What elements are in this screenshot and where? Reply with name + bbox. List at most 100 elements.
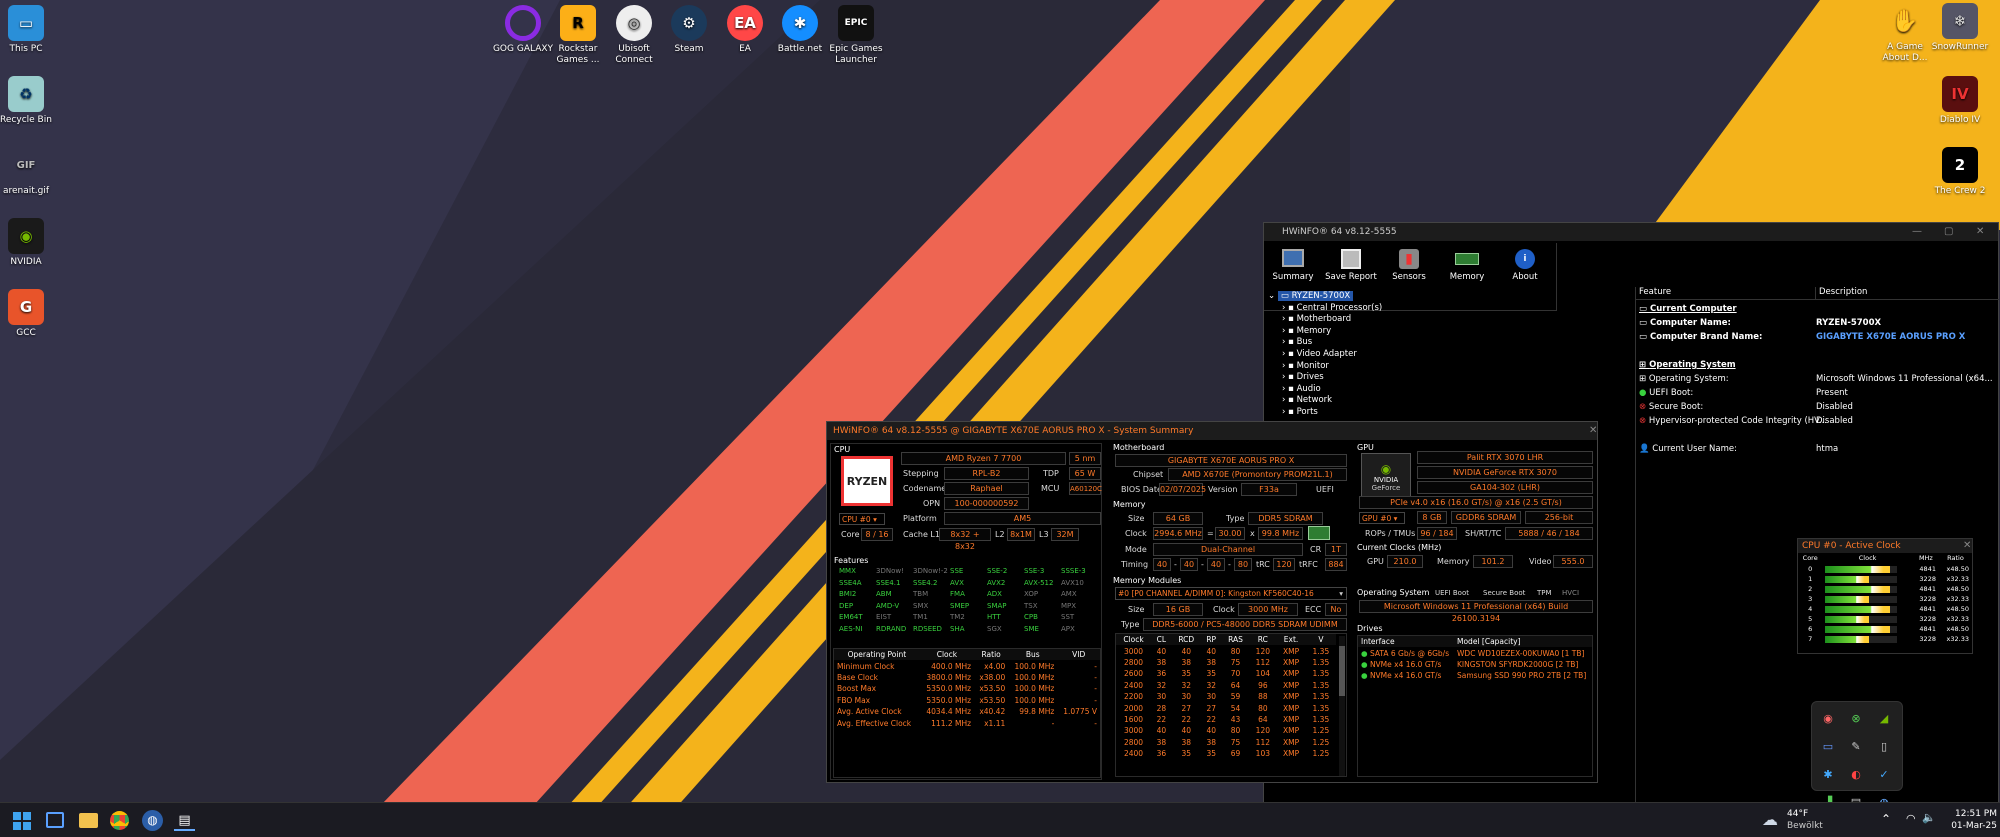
table-row[interactable]: 2000 28 27 27 54 80 XMP 1.35 <box>1116 702 1336 713</box>
table-row[interactable]: Avg. Effective Clock 111.2 MHz x1.11- - <box>834 717 1100 728</box>
feature-row[interactable]: ⊞ Operating System <box>1636 358 1999 372</box>
tree-item-monitor[interactable]: › ▪ Monitor <box>1268 361 1628 373</box>
desktop-icon-a-game-about[interactable]: ✋ A Game About D... <box>1874 3 1936 64</box>
table-row[interactable]: Minimum Clock 400.0 MHz x4.00 100.0 MHz - <box>834 660 1100 671</box>
usb-tray-icon[interactable]: ▯ <box>1870 732 1898 760</box>
maximize-button[interactable]: ▢ <box>1944 223 1953 241</box>
cpu-select[interactable]: CPU #0 ▾ <box>839 513 885 525</box>
desktop-icon-ea[interactable]: EA EA <box>714 5 776 55</box>
desktop-icon-epic-games[interactable]: EPIC Epic Games Launcher <box>825 5 887 66</box>
feature-row[interactable]: ▭ Current Computer <box>1636 302 1999 316</box>
table-row[interactable]: 2200 30 30 30 59 88 XMP 1.35 <box>1116 691 1336 702</box>
active-clock-close-button[interactable]: ✕ <box>1963 539 1971 553</box>
table-row[interactable]: Base Clock 3800.0 MHz x38.00 100.0 MHz - <box>834 672 1100 683</box>
feature-row[interactable]: ⊗ Hypervisor-protected Code Integrity (H… <box>1636 414 1999 428</box>
col-description-header[interactable]: Description <box>1816 287 1867 299</box>
table-row[interactable]: ● NVMe x4 16.0 GT/s KINGSTON SFYRDK2000G … <box>1358 659 1592 670</box>
feature-row[interactable]: 👤 Current User Name: htma <box>1636 442 1999 456</box>
tree-item-memory[interactable]: › ▪ Memory <box>1268 326 1628 338</box>
desktop-icon-recycle-bin[interactable]: ♻ Recycle Bin <box>0 76 57 126</box>
table-row[interactable]: 2400 36 35 35 69 103 XMP 1.25 <box>1116 748 1336 759</box>
desktop-icon-steam[interactable]: ⚙ Steam <box>658 5 720 55</box>
cpu-feature-flag: MPX <box>1061 601 1077 610</box>
table-row[interactable]: ● SATA 6 Gb/s @ 6Gb/s WDC WD10EZEX-00KUWA… <box>1358 647 1592 658</box>
weather-widget[interactable]: ☁ 44°F Bewölkt <box>1762 808 1842 834</box>
mb-section-label: Motherboard <box>1113 443 1165 452</box>
timings-scrollbar[interactable] <box>1339 636 1345 776</box>
feature-row[interactable]: ⊗ Secure Boot: Disabled <box>1636 400 1999 414</box>
feature-row[interactable]: ● UEFI Boot: Present <box>1636 386 1999 400</box>
desktop-icon-arenait-gif[interactable]: GIF arenait.gif <box>0 147 57 197</box>
display-tray-icon[interactable]: ▭ <box>1814 732 1842 760</box>
table-row[interactable]: Avg. Active Clock 4034.4 MHz x40.42 99.8 MH… <box>834 706 1100 717</box>
tree-item-network[interactable]: › ▪ Network <box>1268 395 1628 407</box>
desktop-icon-nvidia[interactable]: ◉ NVIDIA <box>0 218 57 268</box>
tree-item-video[interactable]: › ▪ Video Adapter <box>1268 349 1628 361</box>
tree-item-cpu[interactable]: › ▪ Central Processor(s) <box>1268 303 1628 315</box>
task-view-button[interactable] <box>46 812 64 828</box>
desktop-icon-gog-galaxy[interactable]: GOG GALAXY <box>492 5 554 55</box>
tree-item-motherboard[interactable]: › ▪ Motherboard <box>1268 314 1628 326</box>
battlenet-tray-icon[interactable]: ✱ <box>1814 760 1842 788</box>
mb-bios-version: F33a <box>1241 483 1297 496</box>
xbox-tray-icon[interactable]: ⊗ <box>1842 704 1870 732</box>
memory-timings-table: Clock CL RCD RP RAS RC Ext. V 3000 40 40 40 80 120 XM… <box>1116 634 1336 759</box>
chrome-tray-icon[interactable]: ◉ <box>1814 704 1842 732</box>
minimize-button[interactable]: — <box>1912 223 1922 241</box>
summary-titlebar[interactable]: HWiNFO® 64 v8.12-5555 @ GIGABYTE X670E A… <box>827 422 1597 440</box>
active-clock-titlebar[interactable]: CPU #0 - Active Clock ✕ <box>1798 539 1972 553</box>
nvidia-tray-icon[interactable]: ◢ <box>1870 704 1898 732</box>
table-row[interactable]: Boost Max 5350.0 MHz x53.50 100.0 MHz - <box>834 683 1100 694</box>
desktop-icon-gcc[interactable]: G GCC <box>0 289 57 339</box>
volume-icon[interactable]: 🔈 <box>1922 811 1936 824</box>
globe-taskbar-button[interactable]: ◍ <box>142 810 163 831</box>
clock[interactable]: 12:51 PM 01-Mar-25 <box>1947 808 1997 832</box>
tray-expand-chevron-icon[interactable]: ⌃ <box>1881 812 1891 826</box>
collapse-icon[interactable]: ⌄ <box>1268 291 1278 301</box>
wifi-icon[interactable]: ◠ <box>1906 812 1916 825</box>
hwinfo-taskbar-button[interactable]: ▤ <box>174 810 195 831</box>
table-row[interactable]: ● NVMe x4 16.0 GT/s Samsung SSD 990 PRO 2… <box>1358 670 1592 681</box>
desktop-icon-rockstar[interactable]: R Rockstar Games ... <box>547 5 609 66</box>
desktop-icon-snowrunner[interactable]: ❄ SnowRunner <box>1929 3 1991 53</box>
gpu-select[interactable]: GPU #0 ▾ <box>1359 512 1405 524</box>
desktop-icon-diablo[interactable]: IV Diablo IV <box>1929 76 1991 126</box>
table-row[interactable]: 2400 32 32 32 64 96 XMP 1.35 <box>1116 680 1336 691</box>
cpu-feature-flag: SGX <box>987 624 1002 633</box>
summary-close-button[interactable]: ✕ <box>1589 422 1597 440</box>
table-row[interactable]: 1600 22 22 22 43 64 XMP 1.35 <box>1116 714 1336 725</box>
file-explorer-button[interactable] <box>79 813 98 828</box>
desktop-icon-this-pc[interactable]: ▭ This PC <box>0 5 57 55</box>
feature-row[interactable]: ⊞ Operating System: Microsoft Windows 11 … <box>1636 372 1999 386</box>
tree-item-drives[interactable]: › ▪ Drives <box>1268 372 1628 384</box>
desktop-icon-battlenet[interactable]: ✱ Battle.net <box>769 5 831 55</box>
chrome-taskbar-button[interactable] <box>110 811 129 830</box>
desktop-icon-ubisoft[interactable]: ◎ Ubisoft Connect <box>603 5 665 66</box>
steam-tray-icon[interactable]: ✓ <box>1870 760 1898 788</box>
col-feature-header[interactable]: Feature <box>1636 287 1816 299</box>
feature-row[interactable]: ▭ Computer Brand Name: GIGABYTE X670E AOR… <box>1636 330 1999 344</box>
table-row[interactable]: 3000 40 40 40 80 120 XMP 1.25 <box>1116 725 1336 736</box>
system-summary-window[interactable]: HWiNFO® 64 v8.12-5555 @ GIGABYTE X670E A… <box>826 421 1598 783</box>
hardware-tree[interactable]: ⌄ ▭ RYZEN-5700X › ▪ Central Processor(s)… <box>1268 291 1628 419</box>
table-row[interactable]: 3000 40 40 40 80 120 XMP 1.35 <box>1116 645 1336 656</box>
tree-item-bus[interactable]: › ▪ Bus <box>1268 337 1628 349</box>
table-row[interactable]: FBO Max 5350.0 MHz x53.50 100.0 MHz - <box>834 695 1100 706</box>
module-select[interactable]: #0 [P0 CHANNEL A/DIMM 0]: Kingston KF560… <box>1115 587 1347 600</box>
tools-tray-icon[interactable]: ✎ <box>1842 732 1870 760</box>
hwinfo-main-titlebar[interactable]: HWiNFO® 64 v8.12-5555 — ▢ ✕ <box>1264 223 1998 241</box>
tree-root[interactable]: ⌄ ▭ RYZEN-5700X <box>1268 291 1628 303</box>
desktop-icon-the-crew[interactable]: 2 The Crew 2 <box>1929 147 1991 197</box>
mb-chipset: AMD X670E (Promontory PROM21L.1) <box>1168 468 1347 481</box>
active-clock-window[interactable]: CPU #0 - Active Clock ✕ Core Clock MHz R… <box>1797 538 1973 654</box>
table-row[interactable]: 2800 38 38 38 75 112 XMP 1.25 <box>1116 737 1336 748</box>
feature-row[interactable]: ▭ Computer Name: RYZEN-5700X <box>1636 316 1999 330</box>
close-button[interactable]: ✕ <box>1976 223 1984 241</box>
tree-item-audio[interactable]: › ▪ Audio <box>1268 384 1628 396</box>
start-button[interactable] <box>13 812 31 830</box>
table-row[interactable]: 2600 36 35 35 70 104 XMP 1.35 <box>1116 668 1336 679</box>
tree-item-ports[interactable]: › ▪ Ports <box>1268 407 1628 419</box>
cpu-cache-l1: 8x32 + 8x32 <box>939 528 991 551</box>
google-tray-icon[interactable]: ◐ <box>1842 760 1870 788</box>
table-row[interactable]: 2800 38 38 38 75 112 XMP 1.35 <box>1116 657 1336 668</box>
